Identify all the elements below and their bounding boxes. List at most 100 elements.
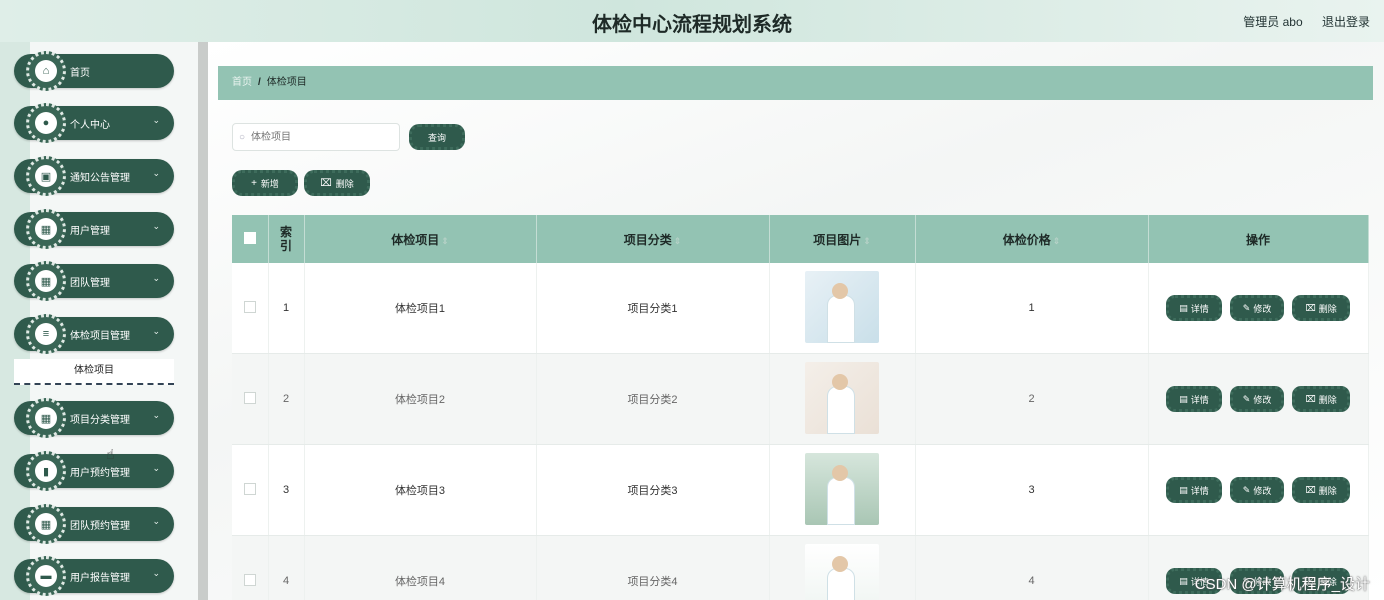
detail-button-label: 详情 (1190, 485, 1209, 496)
sidebar-item[interactable]: ▦ 项目分类管理 ⌄ (14, 398, 174, 438)
sidebar-item[interactable]: ⌂ 首页 (14, 51, 174, 91)
row-delete-button[interactable]: ⌧ 删除 (1292, 477, 1350, 503)
sort-icon[interactable]: ⇕ (441, 236, 449, 246)
item-image[interactable] (805, 361, 879, 434)
user-icon: ● (35, 112, 57, 134)
row-image-cell (769, 535, 916, 600)
col-item[interactable]: 体检项目 ⇕ (304, 215, 537, 263)
menu-badge: ▦ (26, 209, 66, 249)
search-input[interactable] (249, 130, 384, 144)
sort-icon[interactable]: ⇕ (1053, 236, 1061, 246)
row-index: 3 (268, 444, 305, 536)
sidebar-item[interactable]: ▣ 通知公告管理 ⌄ (14, 156, 174, 196)
submenu-item-exam-items[interactable]: 体检项目 (14, 359, 174, 385)
menu-badge: ▬ (26, 556, 66, 596)
row-item: 体检项目4 (304, 535, 537, 600)
table-body: 1 体检项目1 项目分类1 1 ▤ 详情 ✎ 修改 ⌧ 删除 2 体检项目2 项目分类2 2 ▤ 详情 ✎ 修改 ⌧… (232, 263, 1369, 600)
row-select-cell[interactable] (232, 263, 269, 354)
chevron-down-icon: ⌄ (152, 168, 160, 178)
table-row[interactable]: 1 体检项目1 项目分类1 1 ▤ 详情 ✎ 修改 ⌧ 删除 (232, 263, 1369, 354)
menu-badge: ▦ (26, 261, 66, 301)
sidebar-item[interactable]: ≡ 体检项目管理 ⌄ (14, 314, 174, 354)
row-item: 体检项目3 (304, 444, 537, 536)
row-delete-button[interactable]: ⌧ 删除 (1292, 386, 1350, 412)
top-header: 体检中心流程规划系统 管理员 abo 退出登录 (0, 0, 1384, 42)
edit-icon: ✎ (1242, 302, 1251, 313)
search-box[interactable]: ○ (232, 123, 400, 151)
sidebar-item-label: 首页 (70, 68, 90, 79)
edit-button[interactable]: ✎ 修改 (1229, 386, 1285, 412)
sidebar-item[interactable]: ▮ 用户预约管理 ⌄ (14, 451, 174, 491)
sort-icon[interactable]: ⇕ (863, 236, 871, 246)
row-checkbox[interactable] (243, 482, 256, 495)
chevron-down-icon: ⌄ (152, 568, 160, 578)
edit-button[interactable]: ✎ 修改 (1229, 477, 1285, 503)
item-image[interactable] (805, 543, 879, 600)
sidebar-item[interactable]: ▦ 团队预约管理 ⌄ (14, 504, 174, 544)
col-actions: 操作 (1148, 215, 1369, 263)
row-checkbox[interactable] (243, 391, 256, 404)
row-select-cell[interactable] (232, 535, 269, 600)
row-index: 4 (268, 535, 305, 600)
sidebar-item[interactable]: ▬ 用户报告管理 ⌄ (14, 556, 174, 596)
monitor-icon: ▬ (35, 565, 57, 587)
chevron-down-icon: ⌄ (152, 221, 160, 231)
query-button[interactable]: 查询 (409, 124, 465, 150)
sidebar-item-label: 个人中心 (70, 120, 110, 131)
sidebar-scrollbar[interactable] (198, 42, 208, 600)
chevron-down-icon: ⌄ (152, 410, 160, 420)
delete-button[interactable]: ⌧ 删除 (304, 170, 370, 196)
exam-items-table: 索引 体检项目 ⇕ 项目分类 ⇕ 项目图片 ⇕ 体检价格 ⇕ 操作 1 体检项目1 项目分类… (232, 215, 1369, 600)
menu-badge: ▦ (26, 504, 66, 544)
edit-button-label: 修改 (1253, 303, 1272, 314)
plus-icon: + (251, 177, 257, 189)
row-delete-button[interactable]: ⌧ 删除 (1292, 295, 1350, 321)
detail-button[interactable]: ▤ 详情 (1166, 386, 1222, 412)
breadcrumb-current: 体检项目 (266, 77, 307, 88)
select-all-checkbox[interactable] (243, 231, 256, 244)
row-actions: ▤ 详情 ✎ 修改 ⌧ 删除 (1148, 444, 1369, 536)
col-image[interactable]: 项目图片 ⇕ (769, 215, 916, 263)
trash-icon: ⌧ (1305, 302, 1316, 313)
col-actions-label: 操作 (1245, 232, 1270, 247)
sort-icon[interactable]: ⇕ (674, 236, 682, 246)
add-button[interactable]: + 新增 (232, 170, 298, 196)
sidebar: ⌂ 首页 ● 个人中心 ⌄ ▣ 通知公告管理 ⌄ ▦ 用户管理 ⌄ ▦ 团队管理 ⌄ ≡ 体检项目管理 ⌄ ▦ 项目… (0, 42, 198, 600)
col-price-label: 体检价格 (1002, 232, 1051, 247)
item-image[interactable] (805, 452, 879, 525)
edit-button-label: 修改 (1253, 394, 1272, 405)
app-title: 体检中心流程规划系统 (592, 12, 792, 36)
detail-button[interactable]: ▤ 详情 (1166, 295, 1222, 321)
col-item-label: 体检项目 (391, 232, 440, 247)
row-checkbox[interactable] (243, 573, 256, 586)
add-button-label: 新增 (260, 178, 279, 189)
row-delete-button-label: 删除 (1318, 303, 1337, 314)
logout-link[interactable]: 退出登录 (1322, 15, 1370, 29)
sidebar-item[interactable]: ● 个人中心 ⌄ (14, 103, 174, 143)
row-checkbox[interactable] (243, 300, 256, 313)
sidebar-item[interactable]: ▦ 团队管理 ⌄ (14, 261, 174, 301)
table-row[interactable]: 3 体检项目3 项目分类3 3 ▤ 详情 ✎ 修改 ⌧ 删除 (232, 444, 1369, 536)
col-price[interactable]: 体检价格 ⇕ (915, 215, 1149, 263)
row-category: 项目分类3 (536, 444, 770, 536)
menu-badge: ≡ (26, 314, 66, 354)
col-index-label: 索引 (279, 225, 292, 253)
menu-badge: ▮ (26, 451, 66, 491)
document-icon: ▤ (1179, 575, 1188, 586)
mouse-cursor-icon: ☝ (106, 446, 115, 462)
item-image[interactable] (805, 270, 879, 343)
detail-button-label: 详情 (1190, 303, 1209, 314)
chevron-down-icon: ⌄ (152, 516, 160, 526)
edit-button[interactable]: ✎ 修改 (1229, 295, 1285, 321)
select-all-cell[interactable] (232, 215, 269, 263)
sidebar-item[interactable]: ▦ 用户管理 ⌄ (14, 209, 174, 249)
row-category: 项目分类2 (536, 353, 770, 445)
row-price: 4 (915, 535, 1149, 600)
detail-button[interactable]: ▤ 详情 (1166, 477, 1222, 503)
table-row[interactable]: 2 体检项目2 项目分类2 2 ▤ 详情 ✎ 修改 ⌧ 删除 (232, 353, 1369, 445)
col-category[interactable]: 项目分类 ⇕ (536, 215, 770, 263)
breadcrumb-home[interactable]: 首页 (232, 77, 252, 88)
image-figure (827, 567, 855, 600)
row-select-cell[interactable] (232, 444, 269, 536)
row-select-cell[interactable] (232, 353, 269, 445)
